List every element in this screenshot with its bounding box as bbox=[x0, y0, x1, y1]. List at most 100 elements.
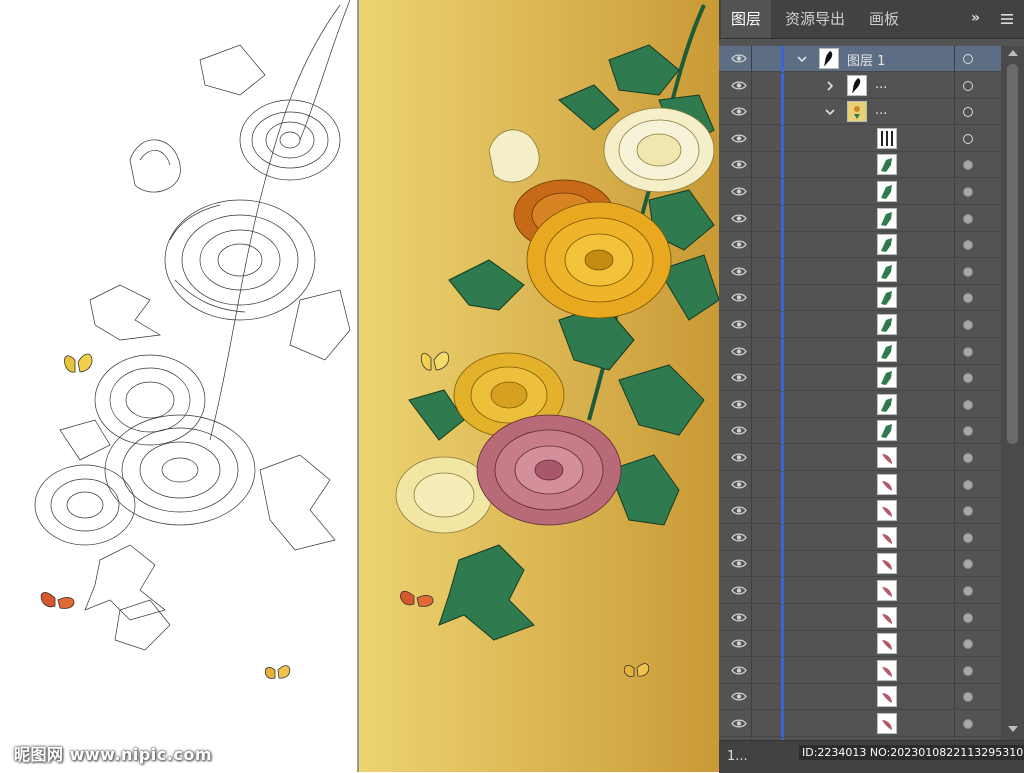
layer-row[interactable] bbox=[719, 232, 1001, 258]
layer-thumbnail bbox=[877, 287, 897, 308]
target-circle-icon[interactable] bbox=[963, 107, 973, 117]
visibility-eye-icon[interactable] bbox=[731, 691, 747, 702]
layer-row[interactable] bbox=[719, 206, 1001, 232]
target-circle-icon[interactable] bbox=[963, 613, 973, 623]
visibility-eye-icon[interactable] bbox=[731, 372, 747, 383]
target-circle-icon[interactable] bbox=[963, 426, 973, 436]
scroll-down-arrow-icon[interactable] bbox=[1008, 726, 1018, 732]
layer-row[interactable] bbox=[719, 365, 1001, 391]
visibility-eye-icon[interactable] bbox=[731, 585, 747, 596]
layer-row[interactable]: 图层 1 bbox=[719, 46, 1001, 72]
visibility-eye-icon[interactable] bbox=[731, 292, 747, 303]
chevron-down-icon[interactable] bbox=[825, 107, 835, 117]
visibility-eye-icon[interactable] bbox=[731, 159, 747, 170]
target-circle-icon[interactable] bbox=[963, 134, 973, 144]
layer-row[interactable] bbox=[719, 126, 1001, 152]
visibility-eye-icon[interactable] bbox=[731, 106, 747, 117]
target-circle-icon[interactable] bbox=[963, 160, 973, 170]
layer-row[interactable] bbox=[719, 605, 1001, 631]
layer-row[interactable]: ... bbox=[719, 99, 1001, 125]
layer-row[interactable] bbox=[719, 551, 1001, 577]
visibility-eye-icon[interactable] bbox=[731, 532, 747, 543]
layer-row[interactable] bbox=[719, 259, 1001, 285]
visibility-eye-icon[interactable] bbox=[731, 266, 747, 277]
target-circle-icon[interactable] bbox=[963, 373, 973, 383]
panel-menu-icon[interactable] bbox=[999, 11, 1015, 27]
scroll-thumb[interactable] bbox=[1007, 64, 1018, 444]
layer-row[interactable] bbox=[719, 312, 1001, 338]
target-circle-icon[interactable] bbox=[963, 639, 973, 649]
target-circle-icon[interactable] bbox=[963, 81, 973, 91]
column-separator bbox=[751, 339, 752, 365]
layer-color-bar bbox=[781, 339, 784, 365]
scroll-up-arrow-icon[interactable] bbox=[1008, 50, 1018, 56]
layer-row[interactable] bbox=[719, 578, 1001, 604]
visibility-eye-icon[interactable] bbox=[731, 399, 747, 410]
visibility-eye-icon[interactable] bbox=[731, 558, 747, 569]
visibility-eye-icon[interactable] bbox=[731, 612, 747, 623]
visibility-eye-icon[interactable] bbox=[731, 425, 747, 436]
layer-row[interactable] bbox=[719, 445, 1001, 471]
target-circle-icon[interactable] bbox=[963, 320, 973, 330]
target-circle-icon[interactable] bbox=[963, 506, 973, 516]
target-circle-icon[interactable] bbox=[963, 54, 973, 64]
layer-name[interactable]: ... bbox=[875, 77, 887, 92]
layer-row[interactable] bbox=[719, 631, 1001, 657]
target-circle-icon[interactable] bbox=[963, 533, 973, 543]
target-circle-icon[interactable] bbox=[963, 400, 973, 410]
target-circle-icon[interactable] bbox=[963, 666, 973, 676]
layer-row[interactable] bbox=[719, 711, 1001, 737]
target-circle-icon[interactable] bbox=[963, 559, 973, 569]
layer-row[interactable] bbox=[719, 152, 1001, 178]
layer-row[interactable] bbox=[719, 498, 1001, 524]
visibility-eye-icon[interactable] bbox=[731, 452, 747, 463]
target-circle-icon[interactable] bbox=[963, 267, 973, 277]
layer-name[interactable]: ... bbox=[875, 103, 887, 118]
layer-row[interactable]: ... bbox=[719, 73, 1001, 99]
visibility-eye-icon[interactable] bbox=[731, 346, 747, 357]
layer-row[interactable] bbox=[719, 684, 1001, 710]
layer-color-bar bbox=[781, 525, 784, 551]
visibility-eye-icon[interactable] bbox=[731, 186, 747, 197]
column-separator bbox=[751, 525, 752, 551]
layer-row[interactable] bbox=[719, 179, 1001, 205]
visibility-eye-icon[interactable] bbox=[731, 53, 747, 64]
visibility-eye-icon[interactable] bbox=[731, 239, 747, 250]
target-circle-icon[interactable] bbox=[963, 586, 973, 596]
target-circle-icon[interactable] bbox=[963, 293, 973, 303]
layer-name[interactable]: 图层 1 bbox=[847, 50, 885, 69]
collapse-panel-icon[interactable]: » bbox=[971, 10, 987, 28]
tab-layers[interactable]: 图层 bbox=[721, 0, 771, 38]
layer-row[interactable] bbox=[719, 472, 1001, 498]
chevron-right-icon[interactable] bbox=[825, 81, 835, 91]
target-circle-icon[interactable] bbox=[963, 480, 973, 490]
layer-row[interactable] bbox=[719, 418, 1001, 444]
target-circle-icon[interactable] bbox=[963, 214, 973, 224]
visibility-eye-icon[interactable] bbox=[731, 718, 747, 729]
tab-asset-export[interactable]: 资源导出 bbox=[775, 0, 855, 38]
visibility-eye-icon[interactable] bbox=[731, 213, 747, 224]
target-circle-icon[interactable] bbox=[963, 692, 973, 702]
layers-scrollbar[interactable] bbox=[1001, 46, 1024, 740]
chevron-down-icon[interactable] bbox=[797, 54, 807, 64]
visibility-eye-icon[interactable] bbox=[731, 319, 747, 330]
visibility-eye-icon[interactable] bbox=[731, 505, 747, 516]
tab-artboards[interactable]: 画板 bbox=[859, 0, 909, 38]
visibility-eye-icon[interactable] bbox=[731, 80, 747, 91]
layer-row[interactable] bbox=[719, 658, 1001, 684]
visibility-eye-icon[interactable] bbox=[731, 665, 747, 676]
column-separator bbox=[751, 365, 752, 391]
layer-row[interactable] bbox=[719, 339, 1001, 365]
target-circle-icon[interactable] bbox=[963, 187, 973, 197]
target-circle-icon[interactable] bbox=[963, 453, 973, 463]
target-circle-icon[interactable] bbox=[963, 719, 973, 729]
layer-row[interactable] bbox=[719, 285, 1001, 311]
visibility-eye-icon[interactable] bbox=[731, 638, 747, 649]
visibility-eye-icon[interactable] bbox=[731, 133, 747, 144]
layer-row[interactable] bbox=[719, 392, 1001, 418]
layer-thumbnail bbox=[877, 713, 897, 734]
visibility-eye-icon[interactable] bbox=[731, 479, 747, 490]
layer-row[interactable] bbox=[719, 525, 1001, 551]
target-circle-icon[interactable] bbox=[963, 347, 973, 357]
target-circle-icon[interactable] bbox=[963, 240, 973, 250]
